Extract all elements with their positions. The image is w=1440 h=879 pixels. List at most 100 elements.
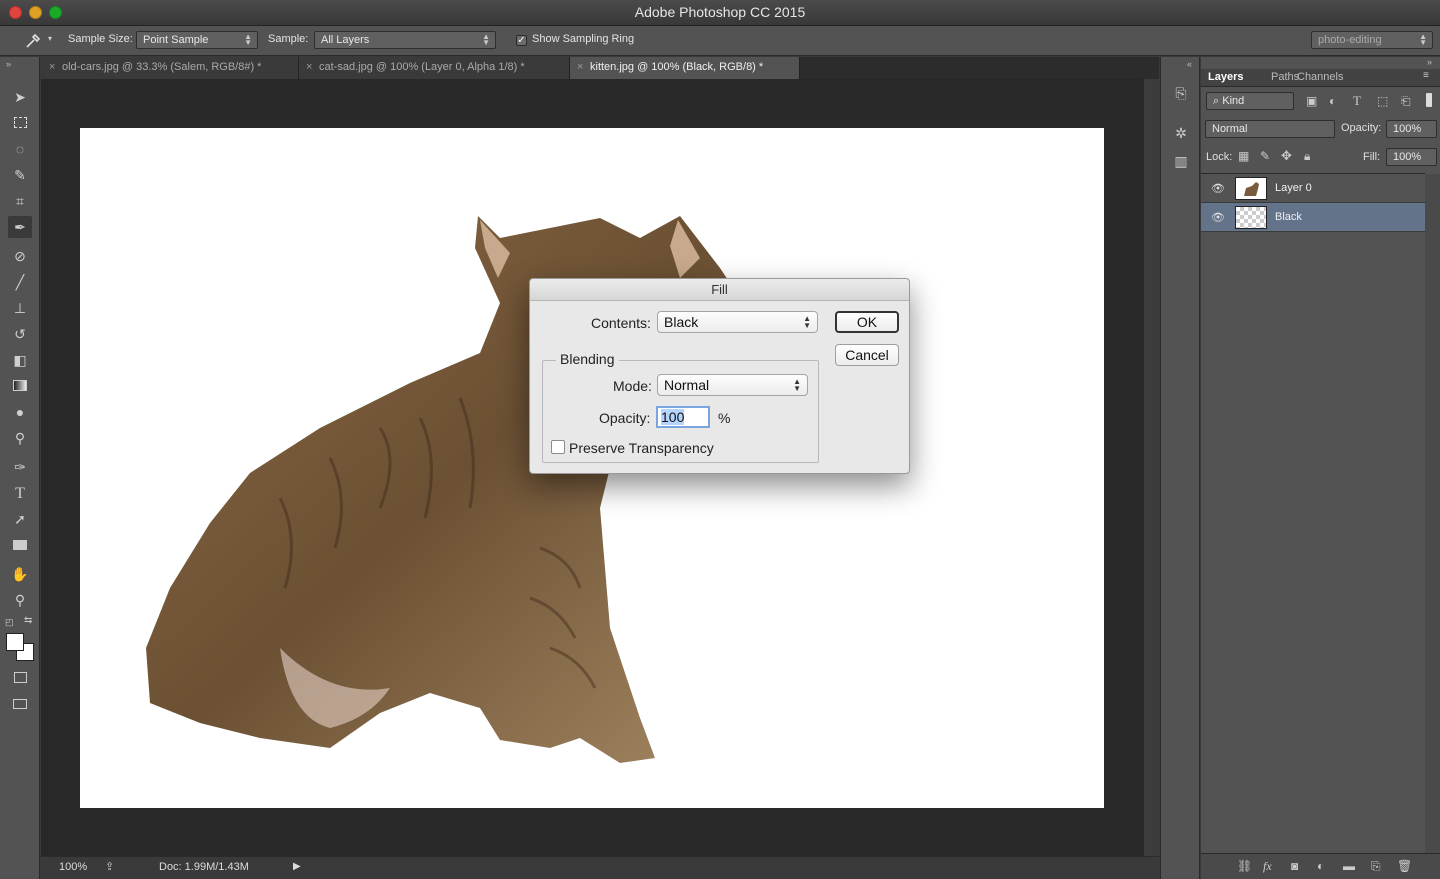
path-selection-tool[interactable]: ➚ [8, 508, 32, 530]
filter-smart-object-icon[interactable]: ⎗ [1401, 94, 1411, 109]
swap-colors-icon[interactable]: ⇆ [24, 615, 32, 626]
select-arrows-icon: ▲ ▼ [244, 32, 252, 47]
link-layers-icon[interactable]: ⛓︎ [1237, 859, 1252, 873]
preserve-transparency-label[interactable]: Preserve Transparency [569, 440, 714, 456]
blend-mode-select[interactable]: Normal [1205, 120, 1335, 138]
dialog-title: Fill [530, 279, 909, 301]
layer-row-black[interactable]: 👁︎ Black [1201, 203, 1425, 232]
eraser-tool[interactable]: ◧ [8, 349, 32, 371]
close-tab-icon[interactable]: × [577, 61, 583, 73]
collapse-panel-icon[interactable]: » [1427, 57, 1432, 67]
brush-tool-icon: ╱ [15, 274, 25, 290]
lock-image-pixels-icon[interactable]: ✎ [1260, 149, 1270, 163]
status-menu-arrow-icon[interactable]: ▶ [293, 861, 301, 872]
gradient-tool[interactable] [8, 375, 32, 397]
new-group-icon[interactable]: ▬ [1343, 859, 1355, 873]
doc-info: Doc: 1.99M/1.43M [159, 861, 249, 873]
visibility-eye-icon[interactable]: 👁︎ [1211, 182, 1225, 195]
app-title: Adobe Photoshop CC 2015 [634, 4, 806, 20]
ok-button[interactable]: OK [835, 311, 899, 333]
crop-tool[interactable]: ⌗ [8, 190, 32, 212]
dodge-tool-icon: ⚲ [14, 430, 26, 446]
preserve-transparency-checkbox[interactable] [551, 440, 565, 454]
dodge-tool[interactable]: ⚲ [8, 427, 32, 449]
tab-layers[interactable]: Layers [1208, 71, 1243, 83]
options-bar: ▾ Sample Size: Point Sample ▲ ▼ Sample: A… [0, 26, 1440, 56]
hand-tool-icon: ✋ [11, 566, 29, 582]
layer-opacity-input[interactable]: 100% [1386, 120, 1437, 138]
layer-opacity-label: Opacity: [1341, 122, 1382, 134]
eyedropper-tool[interactable]: ✒ [8, 216, 32, 238]
new-adjustment-layer-icon[interactable]: ◐ [1317, 859, 1324, 873]
history-panel-icon[interactable]: ⎘ [1171, 85, 1191, 105]
clone-stamp-tool[interactable]: ⊥ [8, 297, 32, 319]
add-mask-icon[interactable]: ◙ [1291, 859, 1298, 873]
close-tab-icon[interactable]: × [306, 61, 312, 73]
lock-transparent-pixels-icon[interactable]: ▦ [1238, 149, 1249, 163]
lock-position-icon[interactable]: ✥ [1281, 148, 1292, 164]
layer-row-layer-0[interactable]: 👁︎ Layer 0 [1201, 174, 1425, 203]
visibility-eye-icon[interactable]: 👁︎ [1211, 211, 1225, 224]
collapse-toolbar-icon[interactable]: » [6, 59, 11, 69]
foreground-color-swatch[interactable] [6, 633, 24, 651]
lasso-tool-icon: ◌ [15, 141, 25, 157]
panel-menu-icon[interactable]: ≡ [1423, 70, 1429, 81]
quick-selection-tool[interactable]: ✎ [8, 164, 32, 186]
zoom-tool[interactable]: ⚲ [8, 589, 32, 611]
rectangle-tool[interactable] [8, 534, 32, 556]
histogram-panel-icon[interactable]: ▥ [1171, 153, 1191, 173]
opacity-value: 100 [661, 409, 685, 425]
adjustments-panel-icon[interactable]: ✲ [1171, 125, 1191, 145]
share-icon[interactable]: ⇪ [105, 860, 114, 873]
healing-brush-tool-icon: ⊘ [14, 248, 26, 264]
opacity-input[interactable]: 100 [656, 406, 710, 428]
sample-select[interactable]: All Layers ▲ ▼ [314, 31, 496, 49]
doc-tab-cat-sad[interactable]: × cat-sad.jpg @ 100% (Layer 0, Alpha 1/8… [299, 57, 570, 79]
sample-size-select[interactable]: Point Sample ▲ ▼ [136, 31, 258, 49]
marquee-tool-icon [13, 117, 27, 128]
doc-tab-kitten[interactable]: × kitten.jpg @ 100% (Black, RGB/8) * [570, 57, 800, 79]
layers-panel: » Layers Paths Channels ≡ ⌕ Kind ▣ ◐ T ⬚… [1201, 57, 1440, 879]
doc-tab-old-cars[interactable]: × old-cars.jpg @ 33.3% (Salem, RGB/8#) * [42, 57, 299, 79]
lock-all-icon[interactable]: 🔒︎ [1304, 149, 1310, 164]
close-tab-icon[interactable]: × [49, 61, 55, 73]
hand-tool[interactable]: ✋ [8, 563, 32, 585]
marquee-tool[interactable] [8, 112, 32, 134]
filter-shape-icon[interactable]: ⬚ [1377, 94, 1388, 108]
cancel-button[interactable]: Cancel [835, 344, 899, 366]
layers-scrollbar[interactable] [1425, 174, 1440, 853]
tab-paths[interactable]: Paths [1271, 71, 1299, 83]
new-layer-icon[interactable]: ⎘ [1371, 859, 1381, 874]
layer-fill-input[interactable]: 100% [1386, 148, 1437, 166]
filter-type-icon[interactable]: T [1353, 93, 1361, 109]
move-tool[interactable]: ➤ [8, 86, 32, 108]
filter-pixel-icon[interactable]: ▣ [1306, 94, 1317, 108]
blur-tool[interactable]: ● [8, 401, 32, 423]
canvas-vertical-scrollbar[interactable] [1143, 79, 1159, 856]
brush-tool[interactable]: ╱ [8, 271, 32, 293]
gradient-tool-icon [13, 380, 27, 391]
default-colors-icon[interactable]: ◰ [5, 617, 14, 628]
quick-mask-button[interactable] [8, 667, 32, 689]
mode-select[interactable]: Normal ▲ ▼ [657, 374, 808, 396]
zoom-level[interactable]: 100% [59, 861, 87, 873]
lasso-tool[interactable]: ◌ [8, 138, 32, 160]
type-tool[interactable]: T [8, 482, 32, 504]
doc-tab-label: old-cars.jpg @ 33.3% (Salem, RGB/8#) * [62, 61, 262, 73]
filter-adjustment-icon[interactable]: ◐ [1329, 94, 1336, 108]
contents-select[interactable]: Black ▲ ▼ [657, 311, 818, 333]
layer-style-fx-icon[interactable]: fx [1263, 859, 1272, 874]
delete-layer-icon[interactable]: 🗑︎ [1397, 859, 1412, 873]
eyedropper-preset-picker[interactable]: ▾ [22, 31, 58, 51]
collapse-dock-icon[interactable]: « [1187, 59, 1192, 69]
workspace-select[interactable]: photo-editing ▲ ▼ [1311, 31, 1433, 49]
filter-toggle-icon[interactable] [1426, 93, 1432, 107]
screen-mode-button[interactable] [8, 693, 32, 715]
contents-value: Black [664, 314, 699, 330]
pen-tool[interactable]: ✑ [8, 456, 32, 478]
tab-channels[interactable]: Channels [1297, 71, 1343, 83]
show-sampling-ring-checkbox[interactable]: ✓ [516, 35, 527, 46]
history-brush-tool[interactable]: ↺ [8, 323, 32, 345]
layer-filter-kind-select[interactable]: ⌕ Kind [1206, 92, 1294, 110]
healing-brush-tool[interactable]: ⊘ [8, 245, 32, 267]
